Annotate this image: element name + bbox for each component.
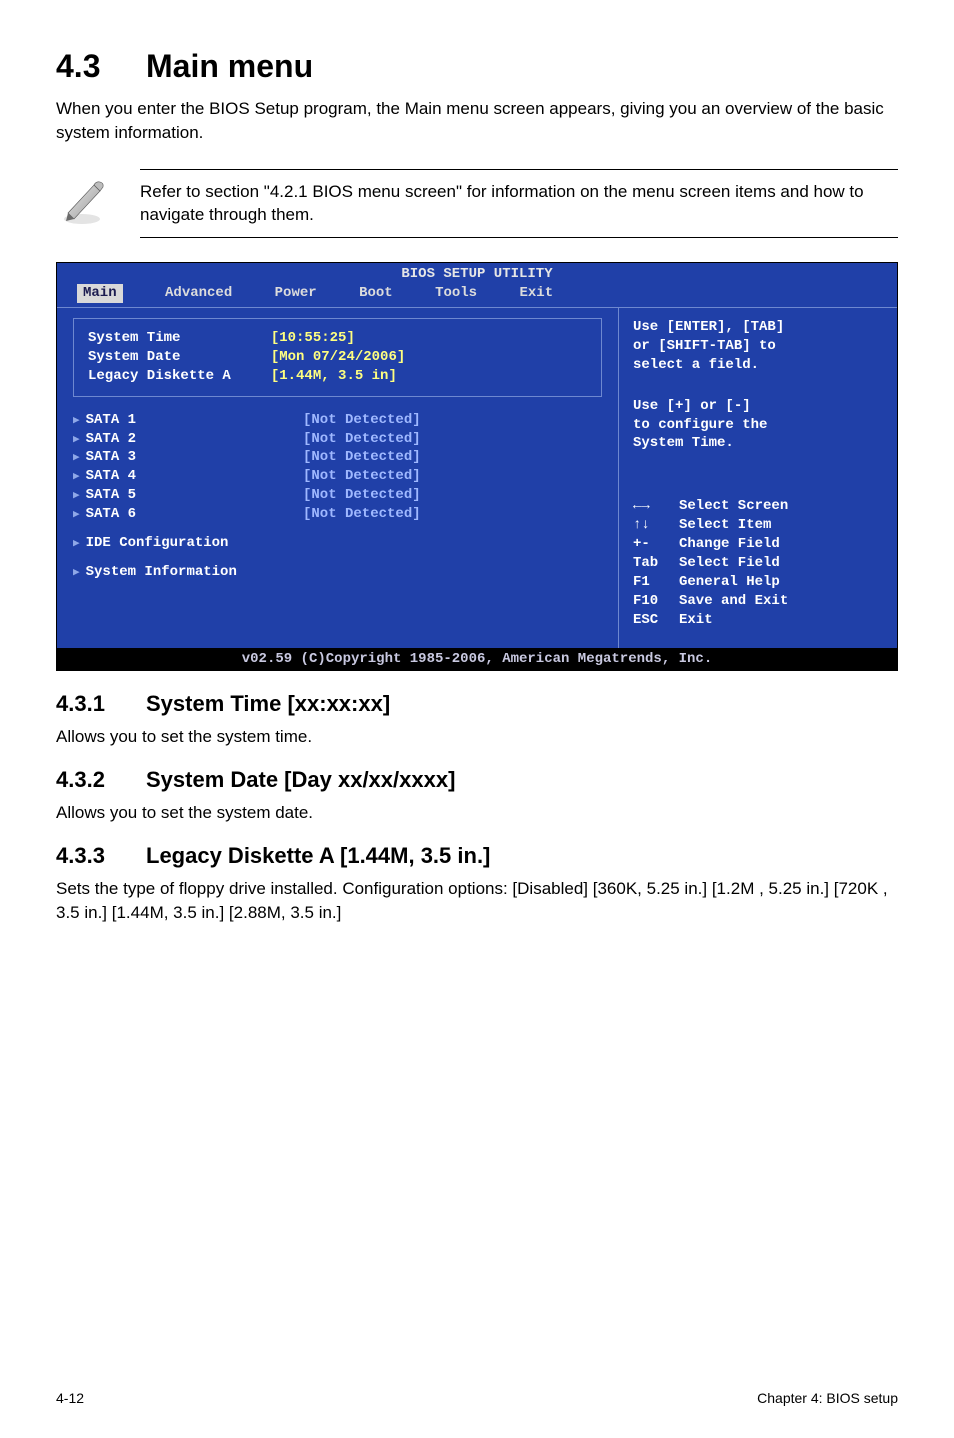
bios-label: System Date bbox=[88, 348, 231, 367]
bios-menu-main: Main bbox=[77, 284, 123, 303]
intro-paragraph: When you enter the BIOS Setup program, t… bbox=[56, 97, 898, 145]
subsection-body: Sets the type of floppy drive installed.… bbox=[56, 877, 898, 925]
bios-submenu: System Information bbox=[73, 563, 303, 582]
bios-help-text: General Help bbox=[679, 573, 780, 592]
bios-sata-label: SATA 1 bbox=[73, 411, 303, 430]
section-heading: 4.3Main menu bbox=[56, 48, 898, 85]
bios-value: [1.44M, 3.5 in] bbox=[271, 367, 405, 386]
subsection-heading: 4.3.2System Date [Day xx/xx/xxxx] bbox=[56, 767, 898, 793]
bios-sata-label: SATA 4 bbox=[73, 467, 303, 486]
bios-left-pane: System Time System Date Legacy Diskette … bbox=[57, 308, 618, 648]
bios-label: System Time bbox=[88, 329, 231, 348]
subsection-heading: 4.3.3Legacy Diskette A [1.44M, 3.5 in.] bbox=[56, 843, 898, 869]
section-number: 4.3 bbox=[56, 48, 146, 85]
subsection-body: Allows you to set the system date. bbox=[56, 801, 898, 825]
chapter-label: Chapter 4: BIOS setup bbox=[757, 1390, 898, 1406]
bios-help-text: Select Field bbox=[679, 554, 780, 573]
bios-menu-exit: Exit bbox=[520, 284, 554, 303]
bios-menu-advanced: Advanced bbox=[165, 284, 232, 303]
bios-help-text: Change Field bbox=[679, 535, 780, 554]
bios-help-text: Exit bbox=[679, 611, 713, 630]
bios-sata-label: SATA 6 bbox=[73, 505, 303, 524]
bios-help-key: F1 bbox=[633, 573, 679, 592]
subsection-body: Allows you to set the system time. bbox=[56, 725, 898, 749]
bios-help-pane: Use [ENTER], [TAB] or [SHIFT-TAB] to sel… bbox=[618, 308, 897, 648]
bios-sata-value: [Not Detected] bbox=[303, 486, 421, 505]
bios-sata-label: SATA 3 bbox=[73, 448, 303, 467]
bios-help-text: Select Screen bbox=[679, 497, 788, 516]
bios-help-text: Select Item bbox=[679, 516, 771, 535]
subsection-number: 4.3.1 bbox=[56, 691, 146, 717]
bios-label: Legacy Diskette A bbox=[88, 367, 231, 386]
subsection-number: 4.3.3 bbox=[56, 843, 146, 869]
note-row: Refer to section "4.2.1 BIOS menu screen… bbox=[56, 169, 898, 239]
bios-menu-tools: Tools bbox=[435, 284, 477, 303]
note-text: Refer to section "4.2.1 BIOS menu screen… bbox=[140, 169, 898, 239]
bios-help-line: Use [+] or [-] bbox=[633, 397, 883, 416]
bios-sata-label: SATA 2 bbox=[73, 430, 303, 449]
bios-footer: v02.59 (C)Copyright 1985-2006, American … bbox=[57, 648, 897, 671]
bios-sata-label: SATA 5 bbox=[73, 486, 303, 505]
bios-sata-value: [Not Detected] bbox=[303, 430, 421, 449]
bios-help-line: System Time. bbox=[633, 434, 883, 453]
bios-help-key: ←→ bbox=[633, 497, 679, 516]
bios-menu-power: Power bbox=[275, 284, 317, 303]
bios-help-key: F10 bbox=[633, 592, 679, 611]
subsection-title: System Date [Day xx/xx/xxxx] bbox=[146, 767, 455, 792]
page-number: 4-12 bbox=[56, 1390, 84, 1406]
page-footer: 4-12 Chapter 4: BIOS setup bbox=[56, 1390, 898, 1406]
subsection-number: 4.3.2 bbox=[56, 767, 146, 793]
bios-menubar: Main Advanced Power Boot Tools Exit bbox=[57, 284, 897, 307]
bios-help-line: or [SHIFT-TAB] to bbox=[633, 337, 883, 356]
bios-screenshot: BIOS SETUP UTILITY Main Advanced Power B… bbox=[56, 262, 898, 671]
bios-sata-value: [Not Detected] bbox=[303, 467, 421, 486]
bios-help-line: Use [ENTER], [TAB] bbox=[633, 318, 883, 337]
bios-help-key: ↑↓ bbox=[633, 516, 679, 535]
bios-value: [10:55:25] bbox=[271, 329, 405, 348]
bios-help-line: to configure the bbox=[633, 416, 883, 435]
bios-submenu: IDE Configuration bbox=[73, 534, 303, 553]
bios-help-key: ESC bbox=[633, 611, 679, 630]
bios-menu-boot: Boot bbox=[359, 284, 393, 303]
subsection-heading: 4.3.1System Time [xx:xx:xx] bbox=[56, 691, 898, 717]
bios-help-line: select a field. bbox=[633, 356, 883, 375]
bios-title: BIOS SETUP UTILITY bbox=[57, 263, 897, 284]
bios-sata-value: [Not Detected] bbox=[303, 411, 421, 430]
subsection-title: System Time [xx:xx:xx] bbox=[146, 691, 390, 716]
bios-value: [Mon 07/24/2006] bbox=[271, 348, 405, 367]
bios-help-key: +- bbox=[633, 535, 679, 554]
bios-help-text: Save and Exit bbox=[679, 592, 788, 611]
bios-sata-value: [Not Detected] bbox=[303, 505, 421, 524]
bios-sata-value: [Not Detected] bbox=[303, 448, 421, 467]
bios-help-key: Tab bbox=[633, 554, 679, 573]
pencil-icon bbox=[56, 177, 112, 230]
subsection-title: Legacy Diskette A [1.44M, 3.5 in.] bbox=[146, 843, 490, 868]
section-title: Main menu bbox=[146, 48, 313, 84]
